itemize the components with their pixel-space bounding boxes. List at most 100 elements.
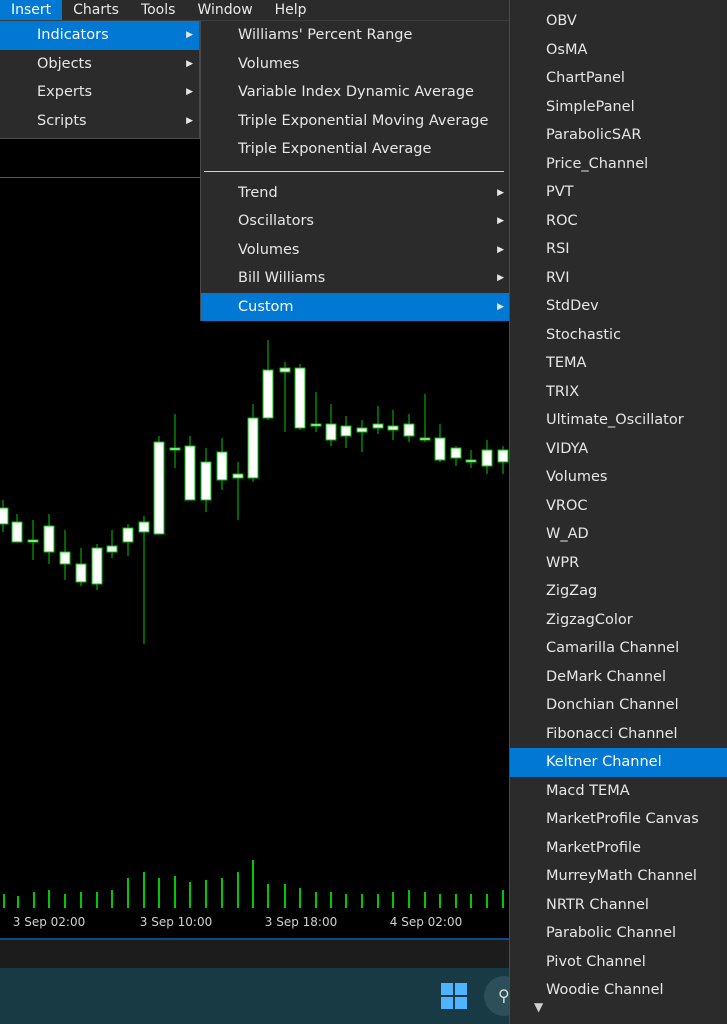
menu-item-custom-indicator[interactable]: Fibonacci Channel <box>510 720 727 749</box>
candle-body <box>232 473 244 479</box>
candle-body <box>403 423 415 437</box>
candle-body <box>372 423 384 429</box>
candle-body <box>216 451 228 481</box>
windows-logo-icon[interactable] <box>440 982 468 1010</box>
menu-item-custom-indicator[interactable]: Parabolic Channel <box>510 919 727 948</box>
candle-body <box>325 423 337 441</box>
chevron-right-icon: ▶ <box>497 244 504 255</box>
candle-body <box>75 563 87 583</box>
menu-item-custom[interactable]: Custom ▶ <box>201 292 510 321</box>
menu-item-custom-indicator[interactable]: ParabolicSAR <box>510 121 727 150</box>
candle-body <box>247 417 259 479</box>
candle-body <box>200 461 212 501</box>
menu-item-recent[interactable]: Triple Exponential Average <box>201 135 510 164</box>
menu-item-custom-indicator[interactable]: W_AD <box>510 520 727 549</box>
menu-item-custom-indicator[interactable]: SimplePanel <box>510 93 727 122</box>
candle-body <box>184 445 196 501</box>
menu-item-custom-indicator[interactable]: OsMA <box>510 36 727 65</box>
menu-item-custom-indicator[interactable]: RVI <box>510 264 727 293</box>
time-axis-label: 3 Sep 02:00 <box>13 915 85 929</box>
candle-body <box>450 447 462 459</box>
status-bar <box>0 938 509 970</box>
menu-item-custom-indicator[interactable]: Volumes <box>510 463 727 492</box>
menu-item-custom-indicator[interactable]: ZigZag <box>510 577 727 606</box>
menu-item-trend[interactable]: Trend ▶ <box>201 179 510 208</box>
menu-item-custom-indicator[interactable]: ChartPanel <box>510 64 727 93</box>
menu-item-custom-indicator[interactable]: Stochastic <box>510 321 727 350</box>
menu-item-label: Indicators <box>37 27 109 43</box>
menu-item-experts[interactable]: Experts ▶ <box>0 78 199 107</box>
menu-tools[interactable]: Tools <box>130 0 187 20</box>
menu-item-recent[interactable]: Williams' Percent Range <box>201 21 510 50</box>
menu-item-custom-indicator[interactable]: Pivot Channel <box>510 948 727 977</box>
menu-window[interactable]: Window <box>186 0 263 20</box>
menu-item-label: Oscillators <box>238 213 314 229</box>
menu-item-custom-indicator[interactable]: Price_Channel <box>510 150 727 179</box>
chevron-right-icon: ▶ <box>186 30 193 40</box>
menu-item-oscillators[interactable]: Oscillators ▶ <box>201 207 510 236</box>
menu-item-custom-indicator[interactable]: Ultimate_Oscillator <box>510 406 727 435</box>
menu-item-custom-indicator[interactable]: StdDev <box>510 292 727 321</box>
menu-item-custom-indicator[interactable]: TRIX <box>510 378 727 407</box>
menu-item-custom-indicator[interactable]: ZigzagColor <box>510 606 727 635</box>
chevron-down-icon[interactable]: ▼ <box>534 1000 543 1014</box>
menu-item-custom-indicator[interactable]: Camarilla Channel <box>510 634 727 663</box>
menu-item-custom-indicator[interactable]: MarketProfile <box>510 834 727 863</box>
candle-body <box>153 441 165 535</box>
menu-item-objects[interactable]: Objects ▶ <box>0 50 199 79</box>
menu-item-custom-indicator[interactable]: VROC <box>510 492 727 521</box>
candle-body <box>59 551 71 565</box>
menu-item-custom-indicator[interactable]: ROC <box>510 207 727 236</box>
menu-item-recent[interactable]: Triple Exponential Moving Average <box>201 107 510 136</box>
insert-menu: Indicators ▶ Objects ▶ Experts ▶ Scripts… <box>0 21 200 139</box>
candle-body <box>0 507 9 525</box>
menu-item-custom-indicator[interactable]: PVT <box>510 178 727 207</box>
menu-item-recent[interactable]: Volumes <box>201 50 510 79</box>
menu-item-label: Trend <box>238 184 278 201</box>
menu-charts[interactable]: Charts <box>62 0 130 20</box>
candle-body <box>481 449 493 467</box>
candle-body <box>43 525 55 553</box>
candle-body <box>294 367 306 429</box>
chevron-right-icon: ▶ <box>497 187 504 198</box>
chevron-right-icon: ▶ <box>497 216 504 226</box>
menu-item-label: Volumes <box>238 241 300 258</box>
menu-item-recent[interactable]: Variable Index Dynamic Average <box>201 78 510 107</box>
menu-item-custom-indicator[interactable]: VIDYA <box>510 435 727 464</box>
menu-item-custom-indicator[interactable]: Keltner Channel <box>510 748 727 777</box>
menu-item-custom-indicator[interactable]: RSI <box>510 235 727 264</box>
menu-item-custom-indicator[interactable]: MurreyMath Channel <box>510 862 727 891</box>
menu-item-indicators[interactable]: Indicators ▶ <box>0 21 199 50</box>
menu-item-scripts[interactable]: Scripts ▶ <box>0 107 199 136</box>
candle-body <box>356 427 368 433</box>
menu-item-bill-williams[interactable]: Bill Williams ▶ <box>201 264 510 293</box>
menu-item-volumes[interactable]: Volumes ▶ <box>201 236 510 265</box>
candle-body <box>387 425 399 431</box>
menu-item-custom-indicator[interactable]: DeMark Channel <box>510 663 727 692</box>
custom-indicators-submenu: OBV OsMA ChartPanel SimplePanel ParabolicSAR… <box>509 0 727 1024</box>
candle-body <box>465 459 477 463</box>
chevron-right-icon: ▶ <box>186 115 193 126</box>
menu-item-label: Custom <box>238 298 294 315</box>
time-axis-label: 3 Sep 10:00 <box>140 915 212 929</box>
menu-item-custom-indicator[interactable]: Macd TEMA <box>510 777 727 806</box>
menu-separator <box>204 170 504 172</box>
search-icon: ⚲ <box>498 986 510 1005</box>
menu-item-custom-indicator[interactable]: Donchian Channel <box>510 691 727 720</box>
menu-item-label: Bill Williams <box>238 270 326 286</box>
menu-item-custom-indicator[interactable]: NRTR Channel <box>510 891 727 920</box>
menu-insert[interactable]: Insert <box>0 0 63 20</box>
chart-toolbar-strip <box>0 139 200 178</box>
candle-body <box>279 367 291 373</box>
menu-item-custom-indicator[interactable]: OBV <box>510 7 727 36</box>
chevron-right-icon: ▶ <box>497 301 504 312</box>
taskbar <box>0 968 509 1024</box>
menu-item-custom-indicator[interactable]: WPR <box>510 549 727 578</box>
candle-body <box>169 447 181 451</box>
menu-item-custom-indicator[interactable]: MarketProfile Canvas <box>510 805 727 834</box>
menu-item-custom-indicator[interactable]: TEMA <box>510 349 727 378</box>
time-axis-label: 4 Sep 02:00 <box>390 915 462 929</box>
menu-help[interactable]: Help <box>264 0 318 20</box>
menu-bar: Insert Charts Tools Window Help <box>0 0 510 21</box>
chevron-right-icon: ▶ <box>186 87 193 97</box>
